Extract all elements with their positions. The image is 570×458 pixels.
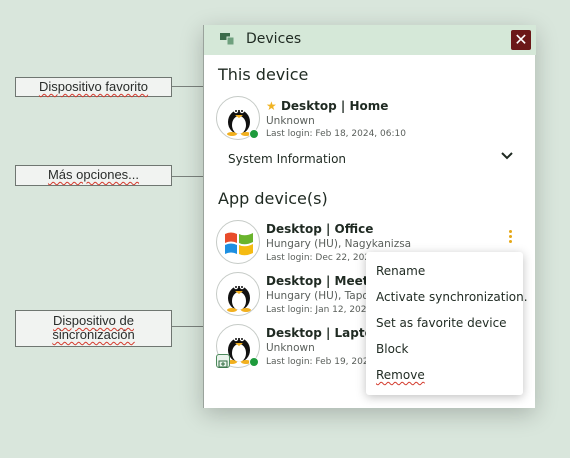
app-device-avatar [216,272,260,316]
this-device-name[interactable]: ★ Desktop | Home [266,99,388,113]
windows-logo-icon [225,232,253,256]
app-device-avatar [216,220,260,264]
close-button[interactable]: ✕ [511,30,531,50]
device-context-menu: Rename Activate synchronization. Set as … [366,252,528,395]
favorite-device-callout-text: Dispositivo favorito [38,79,149,94]
linux-tux-icon [227,284,251,312]
app-device-last-login: Last login: Dec 22, 2023, [266,253,379,263]
online-status-dot [249,129,259,139]
menu-item-remove[interactable]: Remove [376,368,425,382]
favorite-device-callout: Dispositivo favorito [15,77,172,97]
favorite-star-icon: ★ [266,99,277,113]
devices-titlebar: Devices ✕ [204,25,536,55]
app-device-location: Unknown [266,342,315,354]
app-device-last-login: Last login: Jan 12, 2024, [266,305,376,315]
app-devices-heading: App device(s) [218,189,328,208]
this-device-last-login: Last login: Feb 18, 2024, 06:10 [266,129,406,139]
devices-icon [220,33,234,45]
sync-icon [216,354,230,368]
sync-arrows-icon [218,360,228,368]
this-device-heading: This device [218,65,309,84]
sync-device-callout-line1: Dispositivo de [53,313,134,328]
menu-item-rename[interactable]: Rename [376,264,425,278]
this-device-location: Unknown [266,115,315,127]
menu-item-activate-sync[interactable]: Activate synchronization. [376,290,528,304]
online-status-dot [249,357,259,367]
chevron-down-icon[interactable] [501,151,513,161]
more-options-icon[interactable] [508,230,514,244]
more-options-callout-text: Más opciones... [47,167,140,182]
this-device-name-text: Desktop | Home [280,99,389,113]
system-information-toggle[interactable]: System Information [228,152,346,166]
panel-title: Devices [246,31,302,47]
menu-item-set-favorite[interactable]: Set as favorite device [376,316,507,330]
sync-device-callout: Dispositivo de sincronización [15,310,172,347]
sync-device-callout-line2: sincronización [52,327,135,342]
app-device-location: Hungary (HU), Nagykanizsa [266,238,412,250]
app-device-location: Hungary (HU), Tapolc [266,290,378,302]
menu-item-block[interactable]: Block [376,342,408,356]
app-device-name[interactable]: Desktop | Office [266,222,373,236]
app-device-name[interactable]: Desktop | Laptop [266,326,381,340]
more-options-callout: Más opciones... [15,165,172,186]
